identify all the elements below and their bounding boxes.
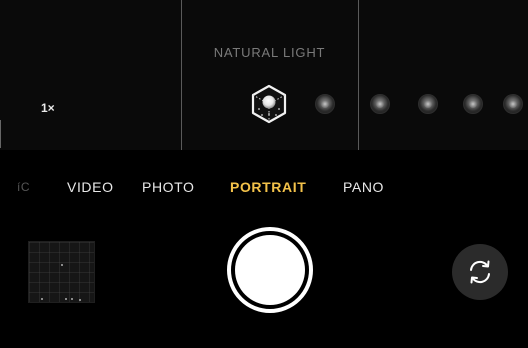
mode-pano[interactable]: PANO <box>343 179 384 195</box>
mode-selector: íC VIDEO PHOTO PORTRAIT PANO <box>0 179 528 199</box>
zoom-button[interactable]: 1× <box>41 101 55 115</box>
thumbnail-image <box>29 242 94 302</box>
grid-line <box>358 0 359 150</box>
thumbnail-detail <box>79 299 81 301</box>
thumbnail-detail <box>41 298 43 300</box>
contour-light-option[interactable] <box>370 94 390 114</box>
thumbnail-detail <box>71 298 73 300</box>
lighting-effect-label: NATURAL LIGHT <box>213 45 326 60</box>
last-photo-thumbnail[interactable] <box>28 241 95 303</box>
mode-photo[interactable]: PHOTO <box>142 179 195 195</box>
mode-video[interactable]: VIDEO <box>67 179 114 195</box>
studio-light-option[interactable] <box>315 94 335 114</box>
frame-bracket <box>0 120 7 148</box>
high-key-light-mono-option[interactable] <box>503 94 523 114</box>
grid-line <box>181 0 182 150</box>
stage-light-mono-option[interactable] <box>463 94 483 114</box>
shutter-button[interactable] <box>227 227 313 313</box>
natural-light-cube-icon[interactable] <box>249 84 289 124</box>
mode-time-lapse[interactable]: íC <box>17 180 30 194</box>
stage-light-option[interactable] <box>418 94 438 114</box>
flip-camera-button[interactable] <box>452 244 508 300</box>
mode-portrait[interactable]: PORTRAIT <box>230 179 306 195</box>
camera-flip-icon <box>470 260 490 284</box>
shutter-button-inner <box>235 235 305 305</box>
thumbnail-detail <box>61 264 63 266</box>
viewfinder[interactable]: NATURAL LIGHT 1× <box>0 0 528 150</box>
thumbnail-detail <box>65 298 67 300</box>
camera-app: NATURAL LIGHT 1× íC VIDEO PHOTO PORTRAIT… <box>0 0 528 348</box>
